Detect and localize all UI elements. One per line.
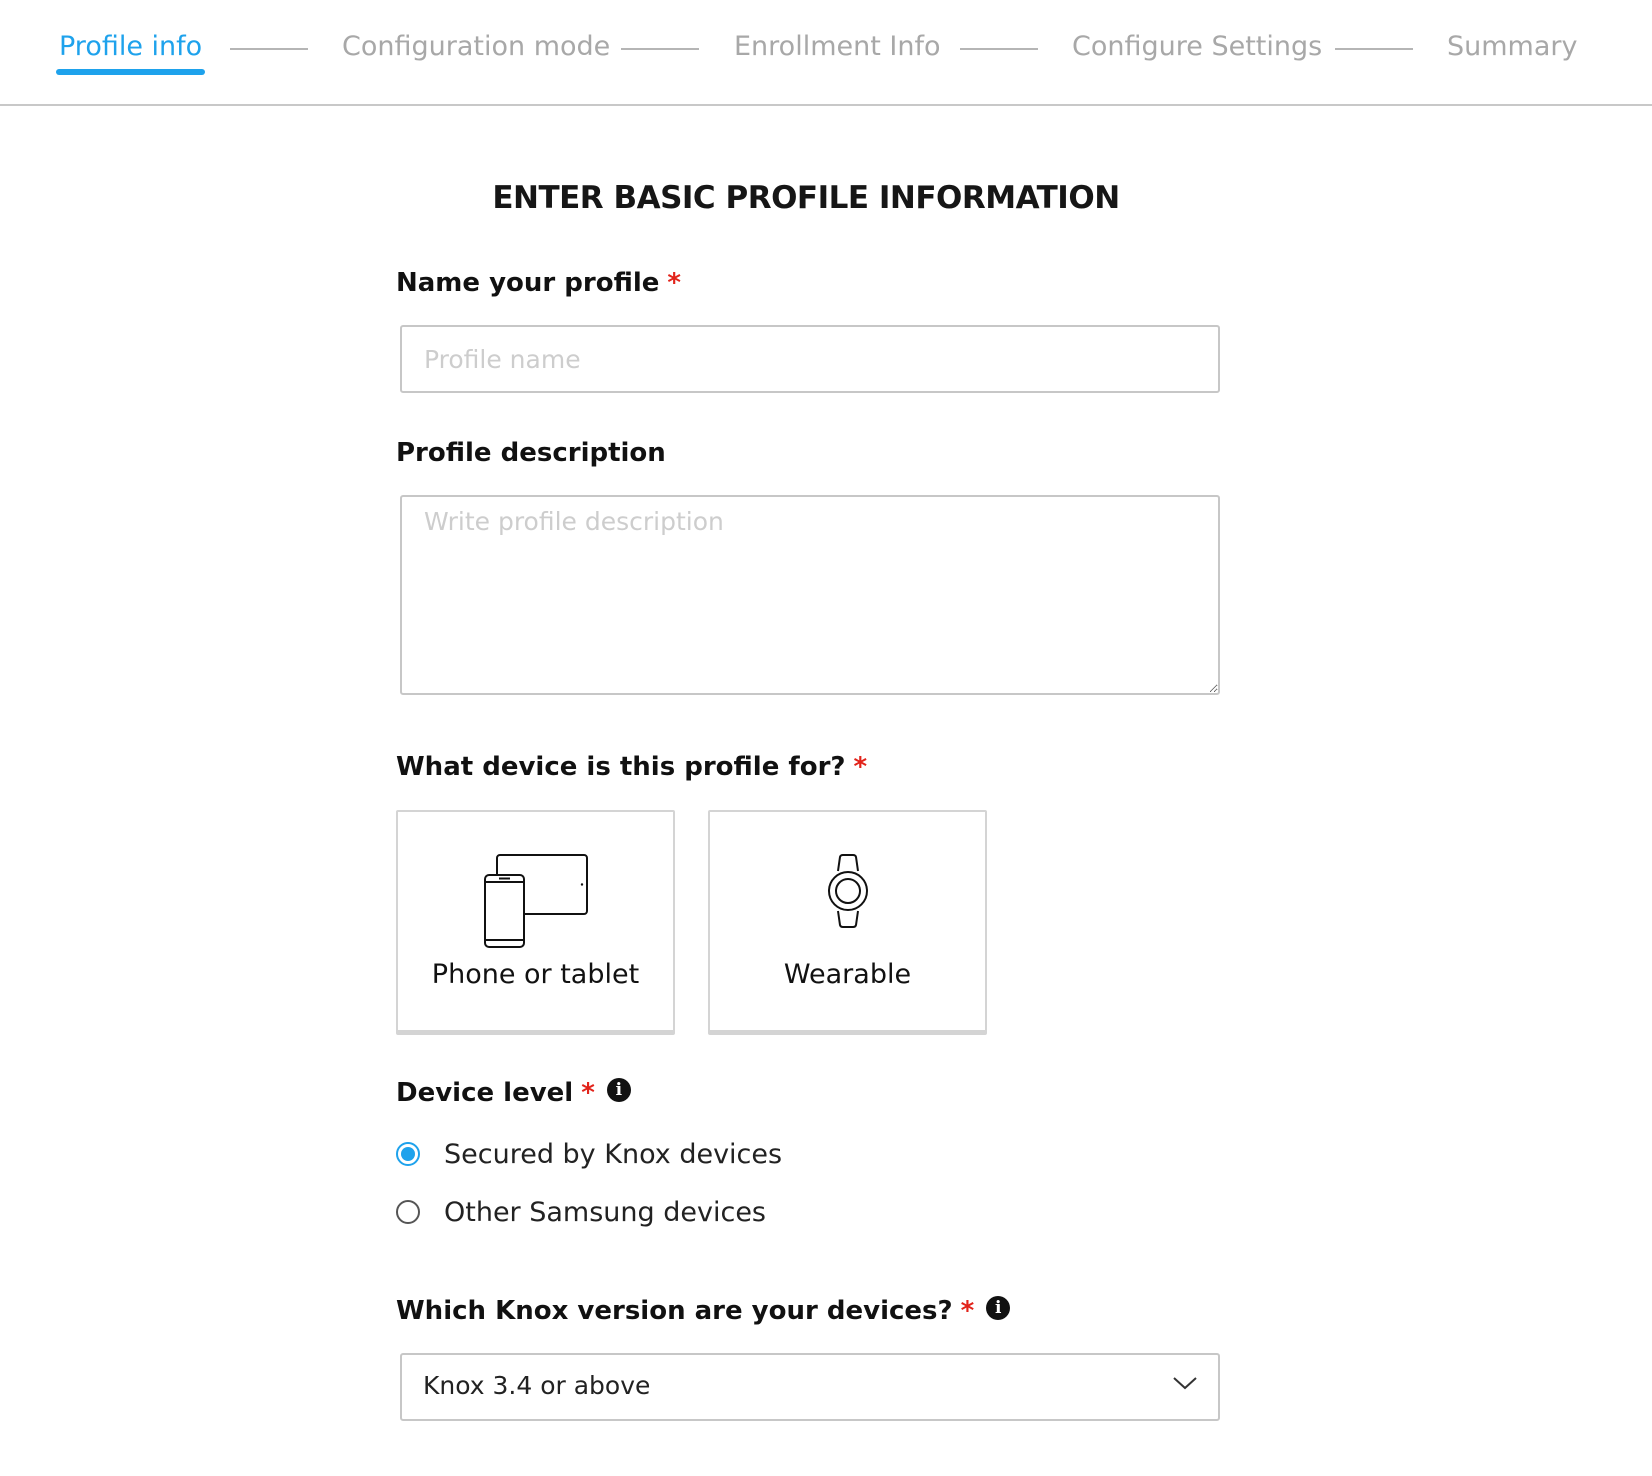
info-icon[interactable]: i xyxy=(986,1296,1011,1320)
profile-description-textarea[interactable] xyxy=(400,495,1220,695)
step-connector xyxy=(230,48,308,50)
step-summary[interactable]: Summary xyxy=(1447,29,1577,65)
knox-version-label: Which Knox version are your devices? * i xyxy=(396,1294,1011,1328)
device-level-label-text: Device level xyxy=(396,1078,574,1108)
knox-version-selected-value: Knox 3.4 or above xyxy=(423,1371,651,1400)
radio-secured-by-knox[interactable]: Secured by Knox devices xyxy=(396,1136,782,1172)
step-profile-info[interactable]: Profile info xyxy=(55,29,206,75)
radio-label: Secured by Knox devices xyxy=(444,1138,783,1170)
step-configure-settings[interactable]: Configure Settings xyxy=(1072,29,1322,65)
profile-name-input[interactable] xyxy=(400,325,1220,393)
stepper: Profile info Configuration mode Enrollme… xyxy=(0,0,1652,106)
required-asterisk: * xyxy=(853,752,868,782)
device-type-label-text: What device is this profile for? xyxy=(396,752,846,782)
phone-tablet-icon xyxy=(398,854,673,948)
required-asterisk: * xyxy=(960,1296,975,1326)
chevron-down-icon xyxy=(1172,1375,1198,1395)
step-connector xyxy=(1335,48,1413,50)
device-card-phone-or-tablet[interactable]: Phone or tablet xyxy=(396,810,675,1035)
radio-button-unchecked[interactable] xyxy=(396,1200,420,1224)
device-type-label: What device is this profile for? * xyxy=(396,750,867,784)
radio-label: Other Samsung devices xyxy=(444,1196,766,1228)
radio-button-checked[interactable] xyxy=(396,1142,420,1166)
page-title: ENTER BASIC PROFILE INFORMATION xyxy=(492,180,1120,216)
device-card-label: Wearable xyxy=(783,959,912,990)
knox-version-label-text: Which Knox version are your devices? xyxy=(396,1296,953,1326)
required-asterisk: * xyxy=(581,1078,595,1108)
step-connector xyxy=(621,48,699,50)
step-enrollment-info[interactable]: Enrollment Info xyxy=(734,29,941,65)
radio-other-samsung[interactable]: Other Samsung devices xyxy=(396,1194,766,1230)
step-configuration-mode[interactable]: Configuration mode xyxy=(342,29,610,65)
device-level-label: Device level * i xyxy=(396,1076,631,1110)
info-icon[interactable]: i xyxy=(606,1078,631,1102)
smartwatch-icon xyxy=(710,854,985,928)
device-card-wearable[interactable]: Wearable xyxy=(708,810,987,1035)
profile-name-label-text: Name your profile xyxy=(396,268,660,298)
profile-description-label: Profile description xyxy=(396,438,666,468)
required-asterisk: * xyxy=(667,268,681,298)
step-connector xyxy=(960,48,1038,50)
profile-name-label: Name your profile * xyxy=(396,266,681,300)
device-card-label: Phone or tablet xyxy=(431,959,640,990)
knox-version-select[interactable]: Knox 3.4 or above xyxy=(400,1353,1220,1421)
